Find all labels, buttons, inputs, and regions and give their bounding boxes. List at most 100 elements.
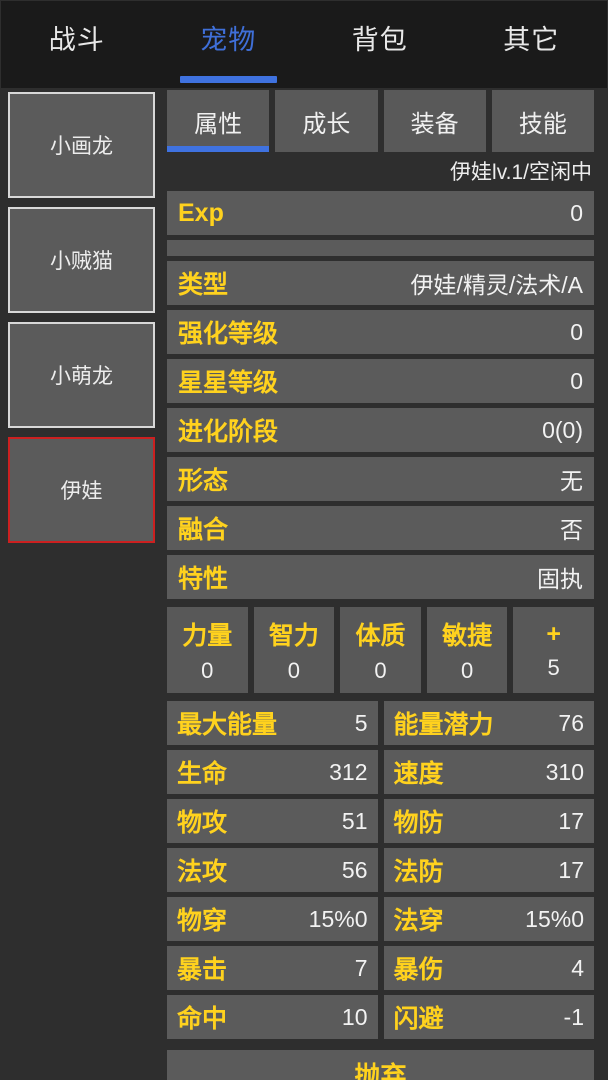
- stat-value: 15%0: [308, 905, 368, 932]
- stat-label: 法防: [393, 858, 444, 886]
- info-row-trait: 特性 固执: [167, 555, 594, 599]
- info-value: 0: [570, 318, 583, 345]
- info-label: 进化阶段: [178, 418, 279, 446]
- attribute-label: 敏捷: [442, 622, 493, 650]
- stat-cell-crit-rate: 暴击 7: [167, 946, 378, 990]
- plus-icon: +: [546, 619, 561, 648]
- stat-label: 生命: [177, 760, 228, 788]
- stat-cell-magic-attack: 法攻 56: [167, 848, 378, 892]
- pet-name-label: 小贼猫: [50, 250, 113, 273]
- info-value: 固执: [537, 566, 583, 592]
- stat-grid-row: 生命 312 速度 310: [167, 750, 594, 794]
- pet-name-label: 伊娃: [60, 480, 103, 503]
- tab-other[interactable]: 其它: [456, 1, 608, 73]
- pet-list-sidebar: 小画龙 小贼猫 小萌龙 伊娃: [0, 88, 162, 1080]
- info-row-type: 类型 伊娃/精灵/法术/A: [167, 261, 594, 305]
- stat-value: 7: [354, 954, 368, 981]
- stat-grid-row: 最大能量 5 能量潜力 76: [167, 701, 594, 745]
- info-row-form: 形态 无: [167, 457, 594, 501]
- stat-value: 51: [341, 807, 368, 834]
- stat-value: 17: [558, 856, 584, 883]
- info-row-star-level: 星星等级 0: [167, 359, 594, 403]
- tab-pets-label: 宠物: [200, 24, 257, 55]
- info-label: 融合: [178, 516, 229, 544]
- tab-backpack-label: 背包: [351, 24, 408, 55]
- info-value: 0: [570, 199, 583, 226]
- stat-cell-accuracy: 命中 10: [167, 995, 378, 1039]
- stat-grid-row: 物攻 51 物防 17: [167, 799, 594, 843]
- available-points-value: 5: [547, 654, 560, 680]
- stat-label: 闪避: [393, 1005, 444, 1033]
- stat-cell-physical-penetration: 物穿 15%0: [167, 897, 378, 941]
- attribute-value: 0: [374, 658, 387, 683]
- stat-label: 法攻: [177, 858, 228, 886]
- attribute-label: 体质: [355, 622, 406, 650]
- pet-info-rows: Exp 0 类型 伊娃/精灵/法术/A 强化等级 0 星星等级 0 进化阶段 0…: [167, 191, 594, 599]
- stat-label: 速度: [393, 760, 444, 788]
- attribute-value: 0: [201, 658, 214, 683]
- pet-list-item-3-selected[interactable]: 伊娃: [8, 437, 155, 543]
- stat-label: 物攻: [177, 809, 228, 837]
- info-value: 否: [560, 517, 583, 543]
- stat-label: 最大能量: [177, 711, 278, 739]
- stat-grid-row: 法攻 56 法防 17: [167, 848, 594, 892]
- subtab-growth-label: 成长: [302, 110, 351, 138]
- stat-value: 5: [354, 709, 368, 736]
- stat-label: 暴伤: [393, 956, 444, 984]
- stat-label: 物穿: [177, 907, 228, 935]
- attribute-button-strength[interactable]: 力量 0: [167, 607, 248, 693]
- stat-grid-row: 物穿 15%0 法穿 15%0: [167, 897, 594, 941]
- stat-label: 命中: [177, 1005, 228, 1033]
- subtab-equipment-label: 装备: [410, 110, 459, 138]
- attribute-points-add-button[interactable]: + 5: [513, 607, 594, 693]
- info-value: 无: [560, 468, 583, 494]
- stat-label: 暴击: [177, 956, 228, 984]
- pet-list-item-0[interactable]: 小画龙: [8, 92, 155, 198]
- pet-detail-subtab-bar: 属性 成长 装备 技能: [167, 90, 594, 152]
- main-tab-bar: 战斗 宠物 背包 其它: [0, 0, 608, 88]
- stat-cell-max-energy: 最大能量 5: [167, 701, 378, 745]
- stat-value: 76: [558, 709, 584, 736]
- pet-status-line: 伊娃lv.1/空闲中: [450, 161, 592, 184]
- info-label: Exp: [178, 198, 224, 227]
- info-value: 0(0): [542, 416, 583, 443]
- pet-detail-panel: 属性 成长 装备 技能 伊娃lv.1/空闲中 Exp 0 类型 伊娃/精灵/法术…: [162, 88, 608, 1080]
- discard-pet-button[interactable]: 抛弃: [167, 1050, 594, 1080]
- stat-grid-row: 暴击 7 暴伤 4: [167, 946, 594, 990]
- stat-value: 17: [558, 807, 584, 834]
- pet-name-label: 小萌龙: [50, 365, 113, 388]
- tab-battle[interactable]: 战斗: [1, 1, 153, 73]
- attribute-label: 力量: [182, 622, 233, 650]
- stat-label: 法穿: [393, 907, 444, 935]
- stat-cell-hp: 生命 312: [167, 750, 378, 794]
- app-root: 战斗 宠物 背包 其它 小画龙 小贼猫 小萌龙 伊娃 属性 成长 装备 技能 伊…: [0, 0, 608, 1080]
- info-value: 伊娃/精灵/法术/A: [410, 272, 583, 298]
- pet-list-item-2[interactable]: 小萌龙: [8, 322, 155, 428]
- info-value: 0: [570, 367, 583, 394]
- subtab-attributes[interactable]: 属性: [167, 90, 270, 152]
- tab-pets[interactable]: 宠物: [153, 1, 305, 83]
- attribute-button-constitution[interactable]: 体质 0: [340, 607, 421, 693]
- stat-label: 能量潜力: [393, 711, 494, 739]
- attribute-value: 0: [460, 658, 474, 683]
- tab-backpack[interactable]: 背包: [304, 1, 456, 73]
- stat-label: 物防: [393, 809, 444, 837]
- stat-value: 10: [341, 1003, 368, 1030]
- stat-value: -1: [563, 1003, 584, 1030]
- combat-stat-grid: 最大能量 5 能量潜力 76 生命 312 速度 310 物攻 51 物防 17…: [167, 701, 594, 1039]
- subtab-equipment[interactable]: 装备: [383, 90, 486, 152]
- content-area: 小画龙 小贼猫 小萌龙 伊娃 属性 成长 装备 技能 伊娃lv.1/空闲中 Ex…: [0, 88, 608, 1080]
- stat-value: 310: [545, 758, 584, 785]
- stat-value: 15%0: [525, 905, 584, 932]
- subtab-skills-label: 技能: [518, 110, 567, 138]
- info-row-evolution-stage: 进化阶段 0(0): [167, 408, 594, 452]
- attribute-button-intelligence[interactable]: 智力 0: [253, 607, 335, 693]
- pet-list-item-1[interactable]: 小贼猫: [8, 207, 155, 313]
- subtab-attributes-label: 属性: [194, 110, 243, 138]
- subtab-growth[interactable]: 成长: [275, 90, 378, 152]
- info-label: 类型: [178, 271, 229, 299]
- attribute-button-agility[interactable]: 敏捷 0: [426, 607, 508, 693]
- exp-progress-bar: [167, 240, 594, 256]
- info-row-fusion: 融合 否: [167, 506, 594, 550]
- subtab-skills[interactable]: 技能: [491, 90, 594, 152]
